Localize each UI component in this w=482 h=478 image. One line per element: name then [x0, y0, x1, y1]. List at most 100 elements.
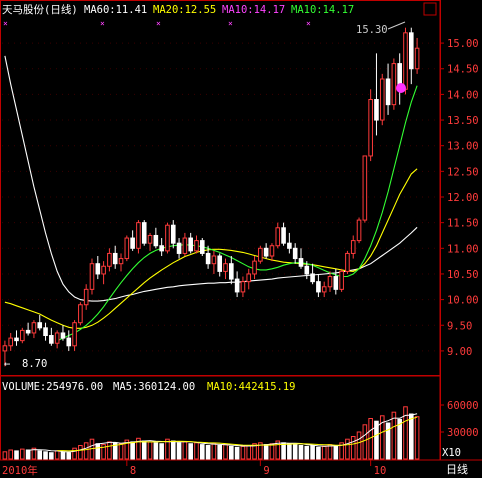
candle-body	[385, 78, 391, 106]
candle-body	[130, 237, 135, 249]
date-label: 10	[374, 465, 387, 477]
volume-bar	[281, 442, 286, 460]
date-label: 2010年	[2, 464, 38, 477]
candle-body	[199, 240, 205, 254]
volume-bar	[20, 448, 25, 460]
volume-bar	[229, 445, 234, 460]
candle-body	[95, 263, 101, 275]
volume-bar	[234, 446, 240, 460]
volume-bar	[211, 443, 217, 460]
candle-body	[54, 332, 60, 344]
volume-bar	[362, 424, 368, 460]
panel-toggle-box[interactable]	[423, 2, 437, 16]
ma60-line	[4, 55, 418, 302]
volume-bar	[25, 449, 31, 460]
candle-body	[83, 288, 89, 306]
candle-body	[89, 263, 95, 290]
candle-body	[153, 234, 159, 247]
candle-body	[188, 237, 193, 252]
low-annotation-arrow: ←	[4, 358, 10, 370]
y-axis-ticks: 15.00 14.50 14.00 13.50 13.00 12.50 12.00 11.50…	[440, 38, 479, 358]
y-tick-label: 14.00	[447, 89, 479, 101]
candle-body	[345, 252, 350, 272]
candle-body	[49, 335, 54, 344]
candle-body	[211, 255, 217, 265]
candle-body	[327, 276, 333, 288]
candle-body	[374, 99, 379, 121]
chart-svg: 15.00 14.50 14.00 13.50 13.00 12.50 12.00 11.50…	[0, 0, 482, 477]
volume-bar	[327, 444, 333, 460]
candle-body	[182, 237, 188, 254]
candle-body	[263, 247, 269, 257]
candle-body	[101, 265, 106, 275]
marker-x: ×	[156, 19, 161, 28]
volume-bar	[118, 443, 124, 460]
marker-x: ×	[100, 19, 105, 28]
y-tick-label: 9.50	[447, 320, 472, 332]
volume-bar	[2, 451, 8, 460]
vol-ma10-label: MA10:442415.19	[207, 381, 296, 393]
candle-body	[223, 263, 228, 272]
y-tick-label: 13.50	[447, 115, 479, 127]
candle-body	[304, 265, 310, 275]
candle-body	[229, 263, 234, 280]
candle-body	[234, 278, 240, 293]
candle-body	[414, 47, 420, 70]
candle-body	[275, 227, 281, 247]
y-tick-label: 15.00	[447, 38, 479, 50]
candle-body	[333, 276, 339, 290]
candle-body	[292, 247, 298, 260]
marker-x: ×	[228, 19, 233, 28]
candle-body	[217, 255, 223, 272]
volume-bar	[83, 442, 89, 460]
candle-body	[136, 222, 141, 249]
candle-body	[165, 224, 170, 252]
volume-unit: X10	[442, 447, 461, 459]
period-label[interactable]: 日线	[446, 462, 468, 476]
volume-bar	[60, 451, 66, 460]
date-labels: 2010年 8 9 10	[2, 460, 386, 477]
stock-title: 天马股份(日线)	[2, 3, 78, 16]
candle-body	[246, 273, 252, 283]
candle-body	[205, 252, 211, 265]
volume-bar	[304, 445, 310, 460]
volume-bar	[287, 443, 292, 460]
candle-body	[379, 78, 385, 121]
y-tick-label: 11.50	[447, 218, 479, 230]
volume-bar	[170, 440, 176, 460]
volume-bar	[141, 440, 147, 460]
candle-body	[362, 155, 368, 221]
candle-body	[25, 329, 31, 334]
volume-bar	[182, 441, 188, 460]
candle-body	[78, 304, 83, 324]
y-tick-label: 12.00	[447, 192, 479, 204]
volume-bar	[414, 416, 420, 460]
volume-bar	[223, 444, 228, 460]
candle-body	[8, 337, 14, 347]
volume-bar	[188, 443, 193, 460]
volume-bar	[345, 438, 350, 460]
volume-bar	[298, 445, 304, 460]
candle-body	[269, 245, 275, 257]
volume-bar	[356, 431, 362, 460]
y-tick-label: 10.00	[447, 295, 479, 307]
volume-bar	[269, 443, 275, 460]
candle-body	[20, 329, 25, 342]
volume-bar	[153, 442, 159, 460]
volume-bar	[78, 445, 83, 460]
candle-body	[368, 99, 373, 157]
price-panel-frame	[0, 0, 441, 376]
volume-bar	[176, 442, 182, 460]
candle-body	[321, 286, 327, 293]
ma60-label: MA60:11.41	[84, 4, 147, 16]
candle-body	[350, 240, 356, 254]
buy-signal-dot	[396, 83, 406, 93]
ma10-green-label: MA10:14.17	[291, 4, 354, 16]
volume-bar	[408, 413, 414, 460]
volume-bar	[310, 445, 315, 460]
candle-body	[112, 252, 118, 265]
ma-lines	[4, 55, 418, 342]
candle-body	[2, 345, 8, 352]
candle-body	[316, 281, 321, 293]
volume-axis-ticks: 60000 30000	[440, 400, 479, 439]
